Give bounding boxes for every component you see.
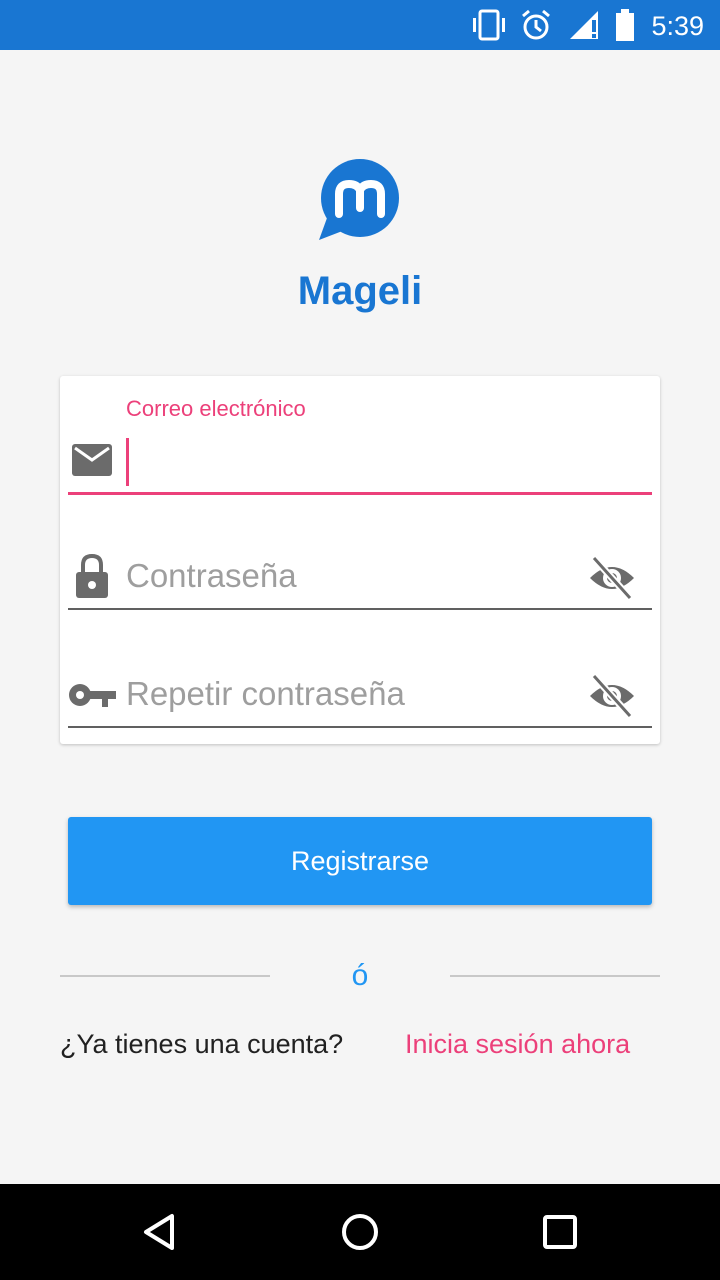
divider-text: ó xyxy=(351,959,369,992)
status-time: 5:39 xyxy=(651,11,704,41)
email-underline xyxy=(68,492,652,495)
app-name: Mageli xyxy=(297,269,423,313)
battery-icon xyxy=(616,9,634,41)
vibrate-icon xyxy=(473,9,505,41)
status-bar: 5:39 xyxy=(0,0,720,50)
navigation-bar xyxy=(0,1184,720,1280)
lock-icon xyxy=(76,554,108,598)
email-label: Correo electrónico xyxy=(126,396,306,421)
home-icon[interactable] xyxy=(336,1208,384,1256)
have-account-text: ¿Ya tienes una cuenta? xyxy=(60,1029,344,1059)
repeat-password-underline xyxy=(68,726,652,728)
register-button[interactable]: Registrarse xyxy=(68,817,652,905)
key-icon xyxy=(69,684,116,707)
text-cursor xyxy=(126,438,129,486)
register-form-card: Correo electrónico Contraseña Repetir co… xyxy=(60,376,660,744)
visibility-off-icon[interactable] xyxy=(588,554,636,602)
signal-icon xyxy=(570,11,598,39)
visibility-off-icon[interactable] xyxy=(588,672,636,720)
login-link[interactable]: Inicia sesión ahora xyxy=(405,1026,630,1062)
repeat-password-placeholder: Repetir contraseña xyxy=(126,675,405,712)
recents-icon[interactable] xyxy=(536,1208,584,1256)
alarm-icon xyxy=(522,9,550,40)
mail-icon xyxy=(72,444,112,476)
back-icon[interactable] xyxy=(136,1208,184,1256)
password-underline xyxy=(68,608,652,610)
divider-line-right xyxy=(450,975,660,977)
app-logo xyxy=(319,159,399,240)
repeat-password-field[interactable]: Repetir contraseña xyxy=(68,654,652,730)
password-field[interactable]: Contraseña xyxy=(68,536,652,612)
email-field[interactable]: Correo electrónico xyxy=(68,376,652,496)
divider-line-left xyxy=(60,975,270,977)
password-placeholder: Contraseña xyxy=(126,557,297,594)
